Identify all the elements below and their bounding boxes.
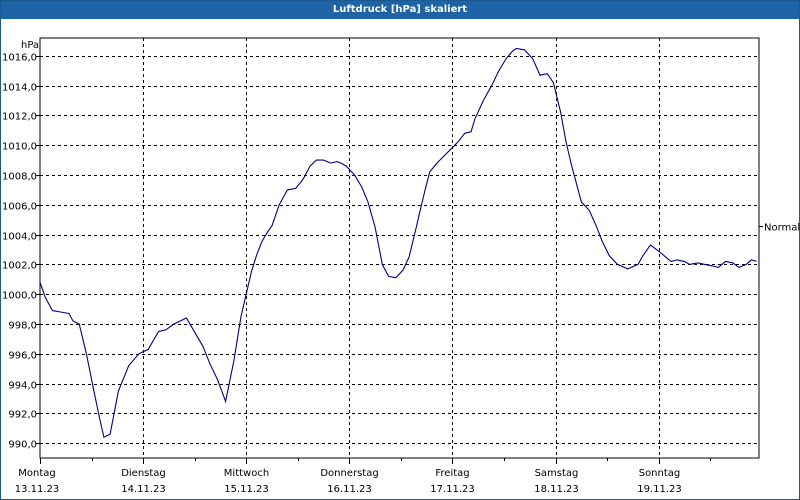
y-tick-label: 1012,0 [2, 112, 37, 123]
y-tick-label: 1014,0 [2, 83, 37, 94]
x-day-label: Dienstag [121, 468, 166, 479]
plot-area [39, 37, 760, 459]
x-date-label: 14.11.23 [121, 484, 166, 495]
x-date-label: 13.11.23 [15, 484, 60, 495]
y-tick-label: 992,0 [8, 410, 37, 421]
x-date-label: 15.11.23 [224, 484, 269, 495]
y-tick-label: 994,0 [8, 381, 37, 392]
x-day-label: Donnerstag [320, 468, 378, 479]
y-tick-label: 1002,0 [2, 261, 37, 272]
x-day-label: Mittwoch [224, 468, 269, 479]
x-day-label: Montag [18, 468, 55, 479]
x-day-label: Sonntag [639, 468, 681, 479]
x-date-label: 19.11.23 [637, 484, 682, 495]
y-tick-label: 996,0 [8, 351, 37, 362]
chart-canvas: hPa Normal 990,0 992,0 994,0 996,0 998,0 1000… [2, 37, 800, 495]
x-date-label: 17.11.23 [430, 484, 475, 495]
reference-label: Normal [764, 223, 800, 234]
y-tick-label: 990,0 [8, 440, 37, 451]
x-date-label: 18.11.23 [534, 484, 579, 495]
y-tick-label: 1008,0 [2, 172, 37, 183]
y-tick-label: 1010,0 [2, 142, 37, 153]
y-tick-label: 1006,0 [2, 202, 37, 213]
y-tick-label: 1004,0 [2, 232, 37, 243]
x-day-label: Samstag [535, 468, 579, 479]
x-day-label: Freitag [435, 468, 469, 479]
y-tick-label: 1000,0 [2, 291, 37, 302]
y-tick-label: 1016,0 [2, 53, 37, 64]
x-date-label: 16.11.23 [327, 484, 372, 495]
y-axis-label: hPa [21, 40, 39, 51]
y-tick-label: 998,0 [8, 321, 37, 332]
